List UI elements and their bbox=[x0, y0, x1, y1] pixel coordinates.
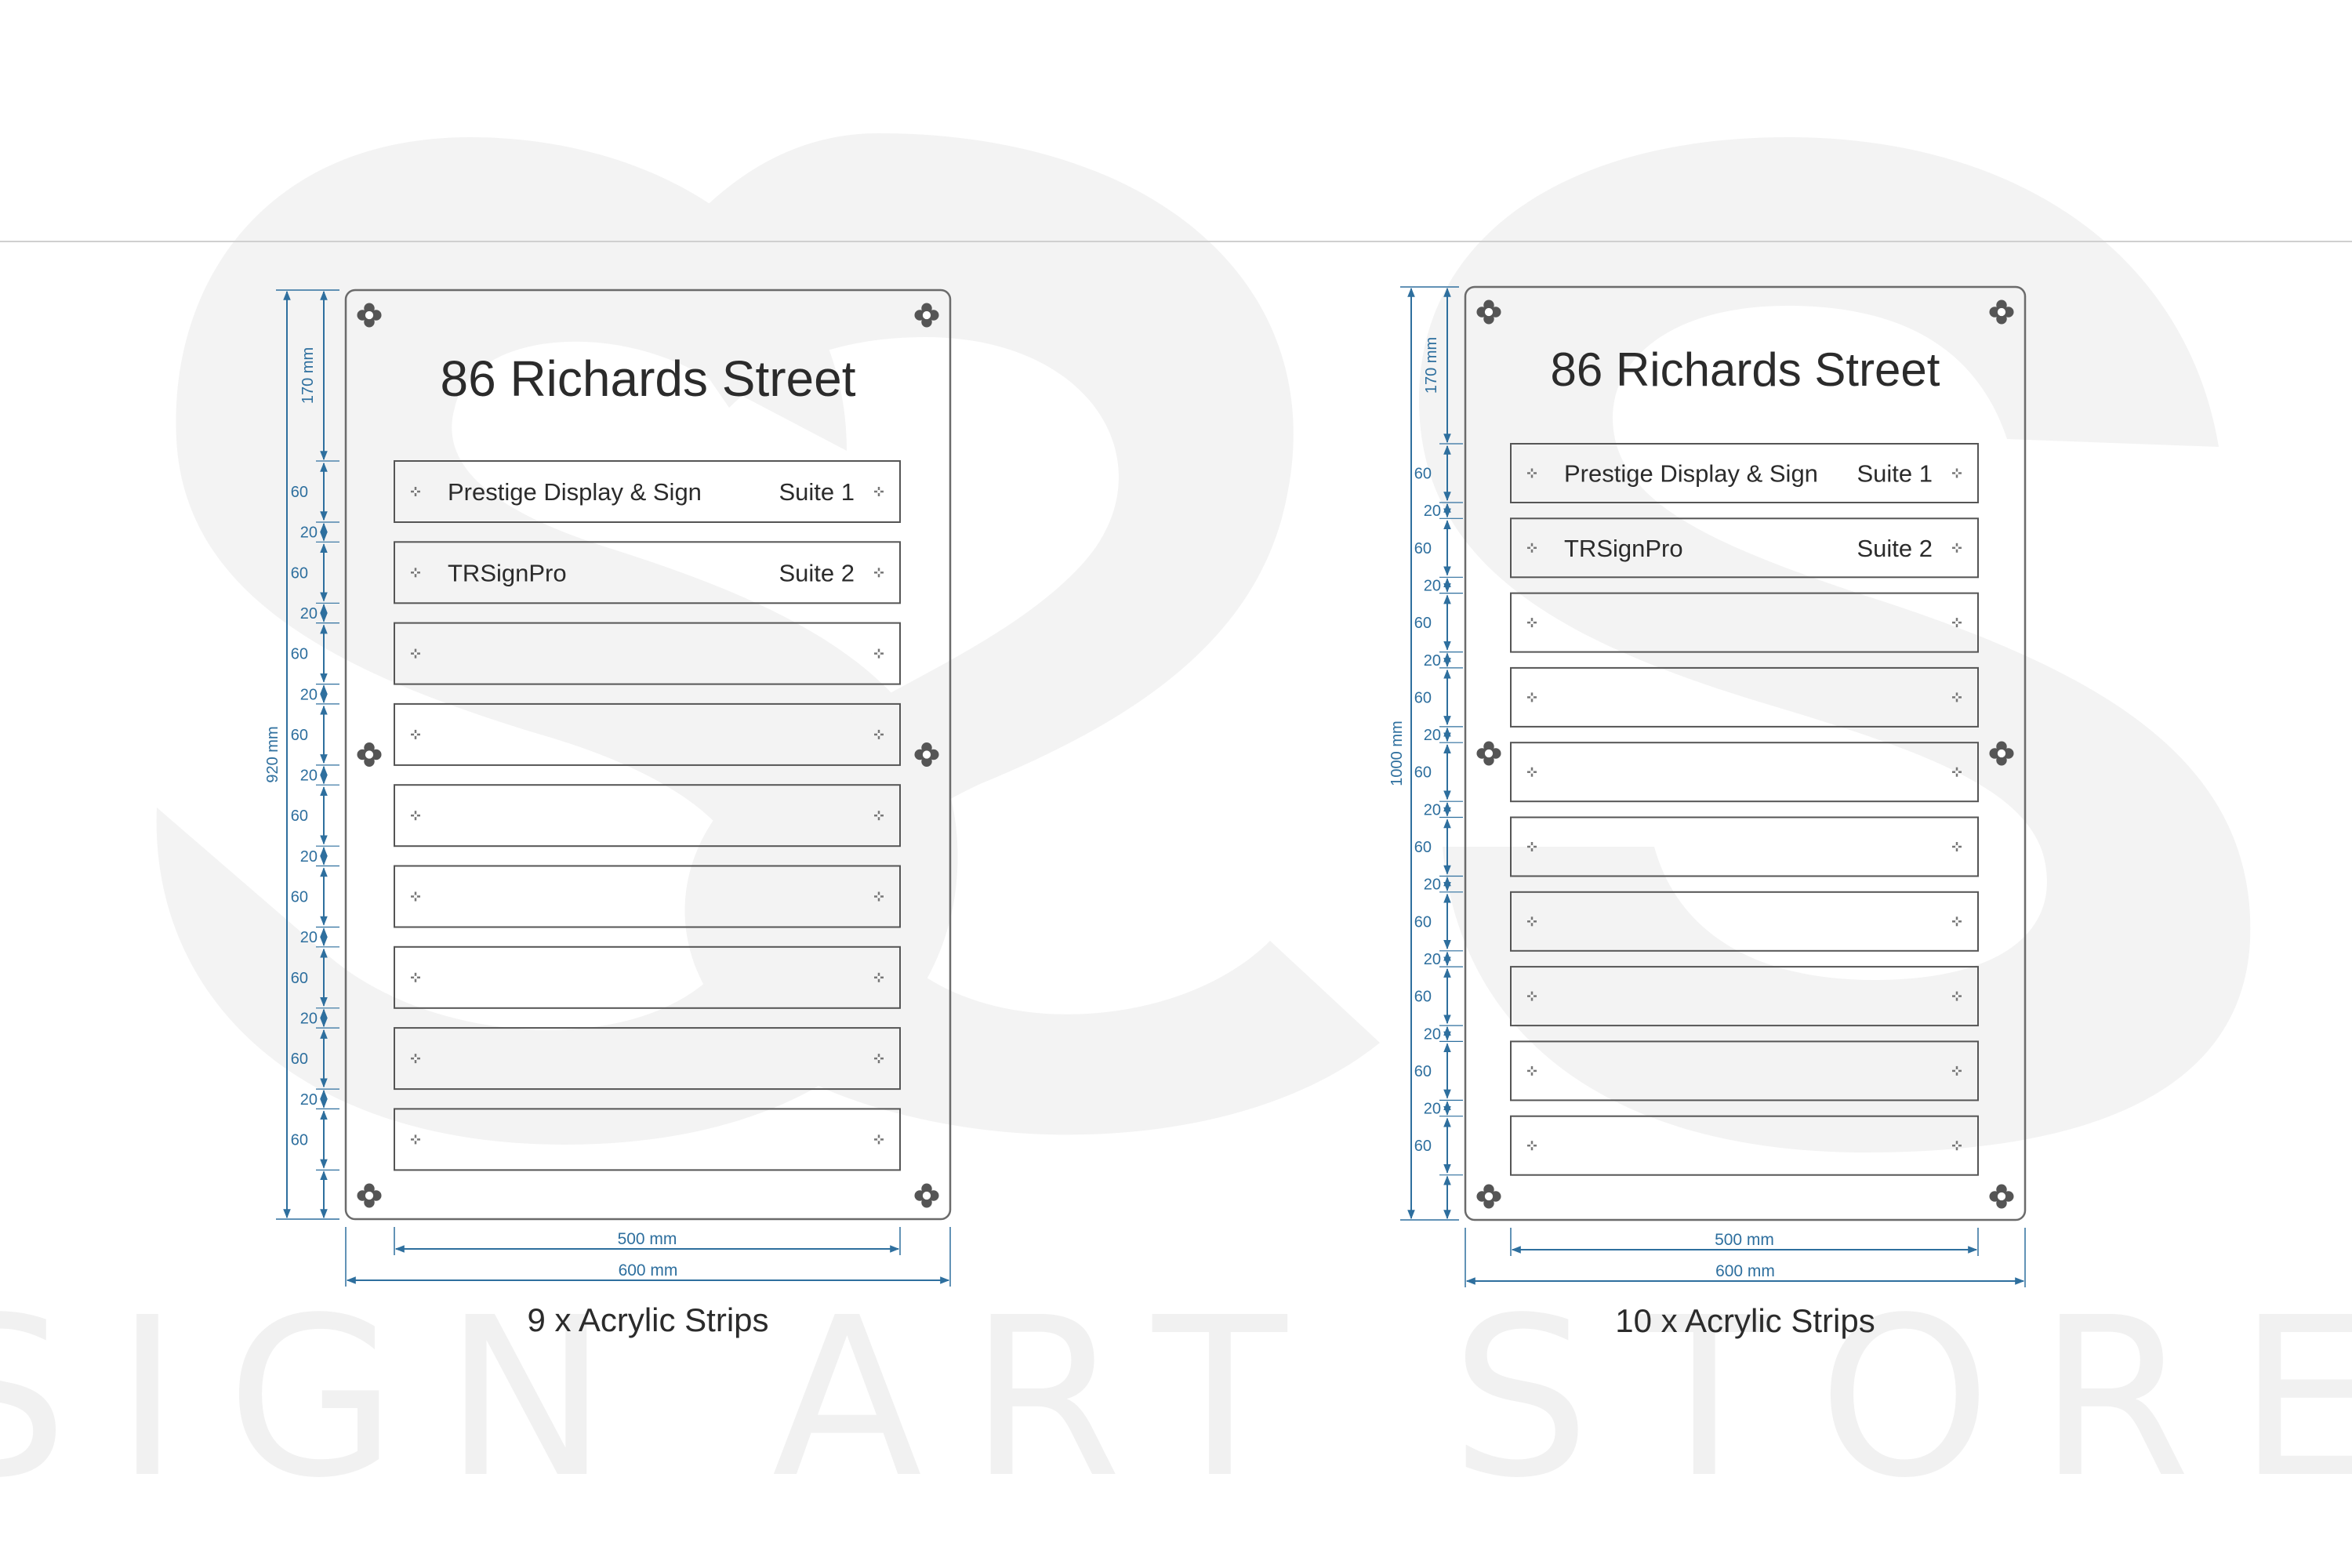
strip-company-name: Prestige Display & Sign bbox=[448, 478, 702, 506]
strip-company-name: Prestige Display & Sign bbox=[1564, 460, 1818, 488]
gap-label: 20 bbox=[300, 1091, 318, 1109]
gap-label: 20 bbox=[300, 605, 318, 622]
gap-label: 20 bbox=[300, 1010, 318, 1027]
watermark: SIGN ART STORE bbox=[0, 133, 2352, 1526]
gap-label: 20 bbox=[300, 848, 318, 866]
strip-height-label: 60 bbox=[291, 889, 308, 906]
strip-height-label: 60 bbox=[291, 484, 308, 501]
gap-label: 20 bbox=[1424, 877, 1441, 894]
gap-label: 20 bbox=[1424, 727, 1441, 744]
panel-title: 86 Richards Street bbox=[440, 350, 855, 407]
gap-label: 20 bbox=[300, 524, 318, 542]
strip-height-label: 60 bbox=[291, 564, 308, 582]
strip-screw-icon bbox=[1527, 1065, 1537, 1076]
strip-screw-icon bbox=[411, 811, 420, 821]
total-height-label: 920 mm bbox=[264, 726, 281, 782]
strip-screw-icon bbox=[1952, 543, 1962, 553]
strip-screw-icon bbox=[874, 568, 884, 578]
strip-screw-icon bbox=[411, 1134, 420, 1145]
gap-label: 20 bbox=[1424, 577, 1441, 594]
strip-height-label: 60 bbox=[291, 646, 308, 663]
gap-label: 20 bbox=[1424, 503, 1441, 520]
sign-diagram: SIGN ART STORE 86 Richards Street Prestig… bbox=[0, 133, 2352, 1526]
outer-width-label: 600 mm bbox=[619, 1261, 678, 1279]
strip-height-label: 60 bbox=[291, 727, 308, 744]
gap-label: 20 bbox=[1424, 1025, 1441, 1043]
acrylic-strip bbox=[1510, 742, 1979, 803]
strip-suite-label: Suite 1 bbox=[1857, 460, 1933, 488]
inner-width-label: 500 mm bbox=[1715, 1231, 1774, 1249]
gap-label: 20 bbox=[1424, 951, 1441, 968]
strip-screw-icon bbox=[874, 1134, 884, 1145]
strip-height-label: 60 bbox=[1414, 1138, 1432, 1155]
strip-height-label: 60 bbox=[291, 970, 308, 987]
strip-height-label: 60 bbox=[1414, 689, 1432, 706]
strip-height-label: 60 bbox=[1414, 466, 1432, 483]
strip-suite-label: Suite 2 bbox=[779, 559, 855, 586]
strip-height-label: 60 bbox=[291, 1131, 308, 1149]
gap-label: 20 bbox=[1424, 1101, 1441, 1118]
strip-frame bbox=[1510, 742, 1979, 803]
standoff-screw-icon bbox=[357, 1183, 382, 1208]
strip-height-label: 60 bbox=[291, 1051, 308, 1068]
strip-height-label: 60 bbox=[1414, 989, 1432, 1006]
strip-screw-icon bbox=[1527, 767, 1537, 777]
strip-screw-icon bbox=[1952, 916, 1962, 927]
strip-screw-icon bbox=[411, 972, 420, 982]
gap-label: 20 bbox=[300, 686, 318, 703]
gap-label: 20 bbox=[300, 929, 318, 946]
strip-screw-icon bbox=[1527, 1141, 1537, 1151]
panel-title: 86 Richards Street bbox=[1551, 343, 1940, 396]
strip-height-label: 60 bbox=[1414, 913, 1432, 931]
strip-screw-icon bbox=[1952, 618, 1962, 628]
watermark-logo-swoosh-right bbox=[1419, 137, 2251, 1152]
strip-screw-icon bbox=[1952, 842, 1962, 851]
standoff-screw-icon bbox=[357, 742, 382, 768]
standoff-screw-icon bbox=[1989, 1184, 2014, 1209]
strip-screw-icon bbox=[1527, 692, 1537, 702]
strip-height-label: 60 bbox=[1414, 615, 1432, 632]
strip-screw-icon bbox=[874, 648, 884, 659]
total-height-label: 1000 mm bbox=[1388, 720, 1406, 786]
standoff-screw-icon bbox=[1476, 741, 1501, 766]
strip-screw-icon bbox=[1952, 468, 1962, 478]
board-caption: 9 x Acrylic Strips bbox=[527, 1301, 768, 1338]
outer-width-label: 600 mm bbox=[1715, 1262, 1775, 1280]
strip-company-name: TRSignPro bbox=[1564, 535, 1683, 562]
gap-label: 20 bbox=[1424, 652, 1441, 670]
gap-label: 20 bbox=[1424, 801, 1441, 818]
strip-height-label: 60 bbox=[1414, 764, 1432, 782]
strip-height-label: 60 bbox=[291, 808, 308, 825]
strip-screw-icon bbox=[1527, 618, 1537, 628]
strip-height-label: 60 bbox=[1414, 1063, 1432, 1080]
standoff-screw-icon bbox=[1476, 1184, 1501, 1209]
top-margin-label: 170 mm bbox=[1423, 337, 1440, 394]
inner-width-label: 500 mm bbox=[618, 1230, 677, 1248]
strip-screw-icon bbox=[411, 729, 420, 739]
gap-label: 20 bbox=[300, 768, 318, 785]
strip-suite-label: Suite 1 bbox=[779, 478, 855, 506]
strip-height-label: 60 bbox=[1414, 839, 1432, 856]
board-caption: 10 x Acrylic Strips bbox=[1615, 1302, 1875, 1339]
watermark-brand-text: SIGN ART STORE bbox=[0, 1271, 2352, 1526]
top-margin-label: 170 mm bbox=[299, 347, 317, 404]
strip-company-name: TRSignPro bbox=[448, 559, 567, 586]
strip-screw-icon bbox=[411, 891, 420, 902]
strip-suite-label: Suite 2 bbox=[1857, 535, 1933, 562]
strip-height-label: 60 bbox=[1414, 540, 1432, 557]
standoff-screw-icon bbox=[914, 1183, 939, 1208]
strip-screw-icon bbox=[874, 487, 884, 496]
